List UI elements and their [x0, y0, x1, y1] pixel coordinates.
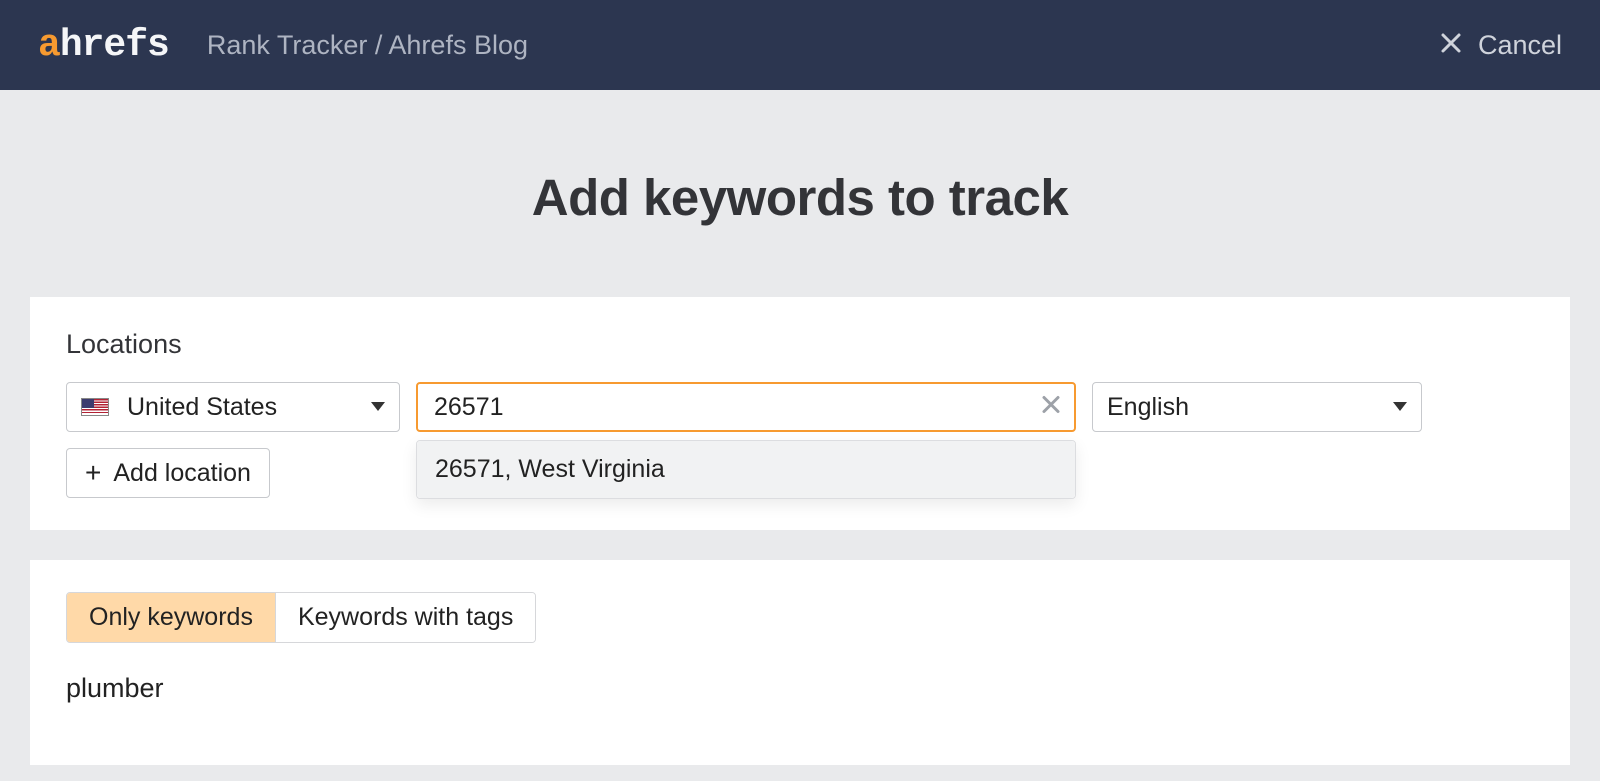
add-location-button[interactable]: + Add location	[66, 448, 270, 498]
app-header: ahrefs Rank Tracker / Ahrefs Blog Cancel	[0, 0, 1600, 90]
plus-icon: +	[85, 459, 101, 487]
cancel-label: Cancel	[1478, 30, 1562, 61]
page-title: Add keywords to track	[0, 168, 1600, 227]
language-value: English	[1107, 393, 1189, 422]
keyword-tabs: Only keywords Keywords with tags	[66, 592, 536, 643]
locations-row: United States 26571, West Virginia Engli…	[66, 382, 1534, 432]
ahrefs-logo: ahrefs	[38, 24, 169, 67]
language-select[interactable]: English	[1092, 382, 1422, 432]
add-location-label: Add location	[113, 459, 251, 488]
country-select[interactable]: United States	[66, 382, 400, 432]
tab-keywords-with-tags[interactable]: Keywords with tags	[275, 593, 535, 642]
breadcrumb: Rank Tracker / Ahrefs Blog	[207, 30, 528, 61]
zip-input-wrap: 26571, West Virginia	[416, 382, 1076, 432]
caret-down-icon	[371, 402, 385, 412]
keywords-textarea[interactable]: plumber	[66, 673, 1534, 733]
locations-panel: Locations United States 26571, West Virg…	[30, 297, 1570, 530]
page-title-area: Add keywords to track	[0, 90, 1600, 297]
locations-label: Locations	[66, 329, 1534, 360]
country-value: United States	[127, 393, 277, 422]
zip-suggestions: 26571, West Virginia	[416, 440, 1076, 499]
us-flag-icon	[81, 398, 109, 416]
close-icon	[1440, 30, 1462, 61]
cancel-button[interactable]: Cancel	[1440, 30, 1562, 61]
tab-only-keywords[interactable]: Only keywords	[67, 593, 275, 642]
zip-input[interactable]	[416, 382, 1076, 432]
clear-icon[interactable]	[1040, 394, 1062, 421]
suggestion-item[interactable]: 26571, West Virginia	[417, 441, 1075, 498]
caret-down-icon	[1393, 402, 1407, 412]
header-left: ahrefs Rank Tracker / Ahrefs Blog	[38, 24, 528, 67]
keywords-panel: Only keywords Keywords with tags plumber	[30, 560, 1570, 765]
